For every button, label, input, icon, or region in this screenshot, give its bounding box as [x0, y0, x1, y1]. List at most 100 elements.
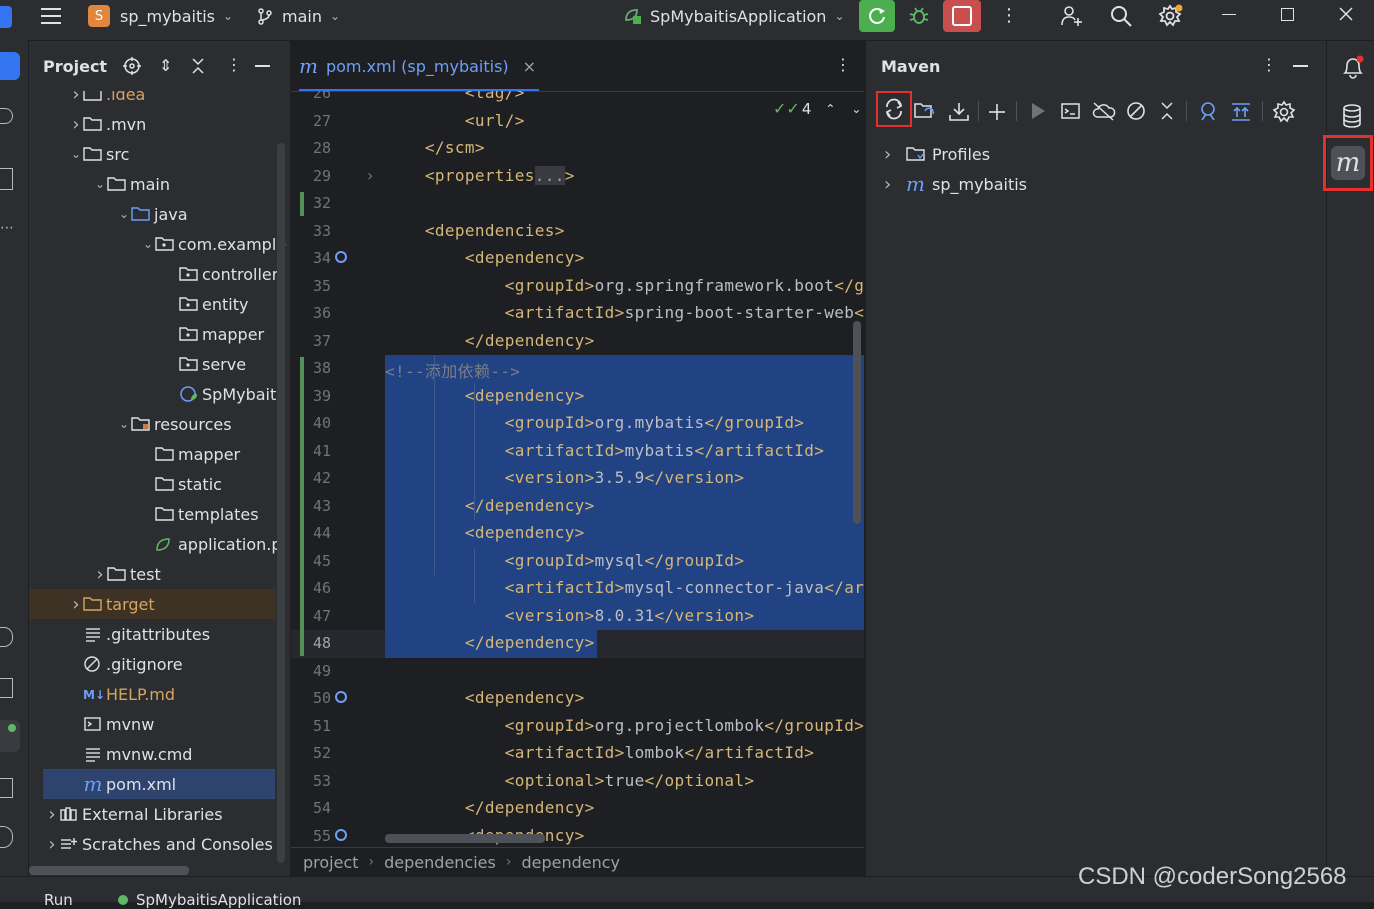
- collapse-all-maven-icon[interactable]: [1160, 101, 1174, 121]
- run-config-tab[interactable]: SpMybaitisApplication: [118, 891, 301, 909]
- more-tools-icon[interactable]: ⋯: [0, 220, 14, 236]
- chevron-right-icon[interactable]: ›: [45, 804, 59, 825]
- rerun-button[interactable]: [859, 0, 895, 32]
- structure-tool-icon[interactable]: [0, 168, 13, 190]
- code-line[interactable]: <groupId>org.springframework.boot</g: [385, 276, 864, 295]
- code-line[interactable]: <properties...>: [385, 165, 575, 185]
- project-panel-title[interactable]: Project: [43, 57, 107, 76]
- tree-node-main[interactable]: ⌄ main: [29, 169, 290, 199]
- previous-highlight-icon[interactable]: ⌃: [825, 102, 835, 116]
- tree-node-target[interactable]: › target: [29, 589, 276, 619]
- chevron-down-icon[interactable]: ⌄: [93, 177, 107, 191]
- tree-node-mvn[interactable]: › .mvn: [29, 109, 290, 139]
- select-opened-file-icon[interactable]: [123, 57, 141, 75]
- tree-node-help-md[interactable]: M↓ HELP.md: [29, 679, 290, 709]
- add-maven-project-icon[interactable]: [986, 101, 1008, 123]
- chevron-right-icon[interactable]: ›: [69, 594, 83, 615]
- chevron-right-icon[interactable]: ›: [884, 144, 906, 165]
- code-line[interactable]: <optional>true</optional>: [385, 771, 754, 790]
- expand-all-icon[interactable]: ⇕: [159, 56, 172, 75]
- tree-node-gitignore[interactable]: .gitignore: [29, 649, 290, 679]
- options-icon[interactable]: ⋮: [226, 55, 242, 74]
- project-tool-button[interactable]: [0, 52, 20, 80]
- toggle-offline-mode-icon[interactable]: [1092, 101, 1116, 121]
- editor-vertical-scrollbar[interactable]: [853, 321, 861, 524]
- maximize-window-icon[interactable]: [1281, 8, 1294, 21]
- dependency-gutter-icon[interactable]: [335, 828, 347, 841]
- tree-node-mvnw[interactable]: mvnw: [29, 709, 290, 739]
- run-tool-button[interactable]: [0, 720, 20, 752]
- vcs-change-marker[interactable]: [300, 357, 304, 656]
- tree-node-scratches-and-consoles[interactable]: › Scratches and Consoles: [29, 829, 290, 859]
- tree-horizontal-scrollbar[interactable]: [29, 866, 189, 875]
- code-line[interactable]: <dependency>: [385, 248, 585, 267]
- breadcrumb-item[interactable]: project: [303, 853, 359, 872]
- tree-node-java[interactable]: ⌄ java: [29, 199, 290, 229]
- tree-node-mvnw-cmd[interactable]: mvnw.cmd: [29, 739, 290, 769]
- analyze-dependencies-icon[interactable]: [1198, 101, 1220, 123]
- code-line[interactable]: <groupId>org.mybatis</groupId>: [385, 413, 804, 432]
- debug-button[interactable]: [903, 2, 935, 30]
- tree-node-serve[interactable]: serve: [29, 349, 290, 379]
- tree-node-mapper[interactable]: mapper: [29, 439, 290, 469]
- chevron-right-icon[interactable]: ›: [69, 114, 83, 135]
- show-diagram-icon[interactable]: [1230, 101, 1252, 123]
- code-with-me-icon[interactable]: [1060, 4, 1084, 28]
- breadcrumb-item[interactable]: dependency: [521, 853, 620, 872]
- code-line[interactable]: <artifactId>mysql-connector-java</ar: [385, 578, 864, 597]
- vcs-widget[interactable]: main ⌄: [256, 3, 340, 29]
- inspection-widget[interactable]: ✓✓ 4 ⌃ ⌄: [773, 99, 862, 118]
- code-line[interactable]: </dependency>: [385, 633, 595, 652]
- maven-node-profiles[interactable]: › Profiles: [884, 139, 990, 169]
- skip-tests-icon[interactable]: [1126, 101, 1146, 121]
- more-actions-icon[interactable]: ⋮: [1000, 6, 1018, 26]
- close-window-icon[interactable]: [1338, 6, 1354, 22]
- next-highlight-icon[interactable]: ⌄: [851, 102, 861, 116]
- tree-node-resources[interactable]: ⌄ resources: [29, 409, 290, 439]
- reload-all-projects-button[interactable]: [876, 91, 912, 127]
- stop-button[interactable]: [943, 0, 981, 32]
- tree-node-controller[interactable]: controller: [29, 259, 290, 289]
- code-viewport[interactable]: 26 <tag/> 27 <url/> 28 </scm> 29 › <properti…: [291, 91, 864, 847]
- maven-tool-button[interactable]: m: [1323, 135, 1373, 191]
- code-line[interactable]: </dependency>: [385, 331, 595, 350]
- notifications-bell-icon[interactable]: [1341, 55, 1365, 79]
- maven-node-sp-mybaitis[interactable]: › m sp_mybaitis: [884, 169, 1027, 199]
- code-line[interactable]: <groupId>mysql</groupId>: [385, 551, 744, 570]
- tree-node-entity[interactable]: entity: [29, 289, 290, 319]
- tree-node-static[interactable]: static: [29, 469, 290, 499]
- code-line[interactable]: </dependency>: [385, 798, 595, 817]
- code-line[interactable]: </dependency>: [385, 496, 595, 515]
- code-line[interactable]: <artifactId>spring-boot-starter-web<: [385, 303, 864, 322]
- code-line[interactable]: </scm>: [385, 138, 485, 157]
- tree-node-idea[interactable]: › .idea: [29, 91, 290, 109]
- run-config-widget[interactable]: SpMybaitisApplication ⌄: [622, 3, 845, 29]
- build-tool-icon[interactable]: [0, 678, 13, 698]
- fold-chevron-icon[interactable]: ›: [367, 166, 373, 185]
- tree-vertical-scrollbar[interactable]: [277, 143, 285, 863]
- tree-node-application-p[interactable]: application.p: [29, 529, 290, 559]
- tree-node-spmybaiti[interactable]: SpMybaiti: [29, 379, 290, 409]
- chevron-down-icon[interactable]: ⌄: [117, 207, 131, 221]
- tree-node-com-example[interactable]: ⌄ com.example: [29, 229, 290, 259]
- chevron-right-icon[interactable]: ›: [45, 834, 59, 855]
- maven-hide-icon[interactable]: [1293, 65, 1308, 67]
- run-maven-build-icon[interactable]: [1028, 101, 1048, 121]
- chevron-down-icon[interactable]: ⌄: [141, 237, 155, 251]
- editor-tab-pom[interactable]: m pom.xml (sp_mybaitis) ×: [299, 53, 536, 79]
- code-line[interactable]: <version>3.5.9</version>: [385, 468, 744, 487]
- code-line[interactable]: <dependency>: [385, 386, 585, 405]
- hide-panel-icon[interactable]: [255, 65, 270, 67]
- code-line[interactable]: <dependency>: [385, 523, 585, 542]
- editor-horizontal-scrollbar[interactable]: [385, 834, 545, 843]
- code-line[interactable]: <groupId>org.projectlombok</groupId>: [385, 716, 864, 735]
- chevron-down-icon[interactable]: ⌄: [117, 417, 131, 431]
- tree-node-templates[interactable]: templates: [29, 499, 290, 529]
- tree-node-gitattributes[interactable]: .gitattributes: [29, 619, 290, 649]
- project-widget[interactable]: S sp_mybaitis ⌄: [88, 3, 233, 29]
- vcs-change-marker[interactable]: [300, 192, 304, 216]
- code-line[interactable]: <tag/>: [385, 91, 525, 102]
- chevron-right-icon[interactable]: ›: [69, 91, 83, 105]
- dependency-gutter-icon[interactable]: [335, 691, 347, 703]
- maven-options-icon[interactable]: ⋮: [1261, 55, 1277, 74]
